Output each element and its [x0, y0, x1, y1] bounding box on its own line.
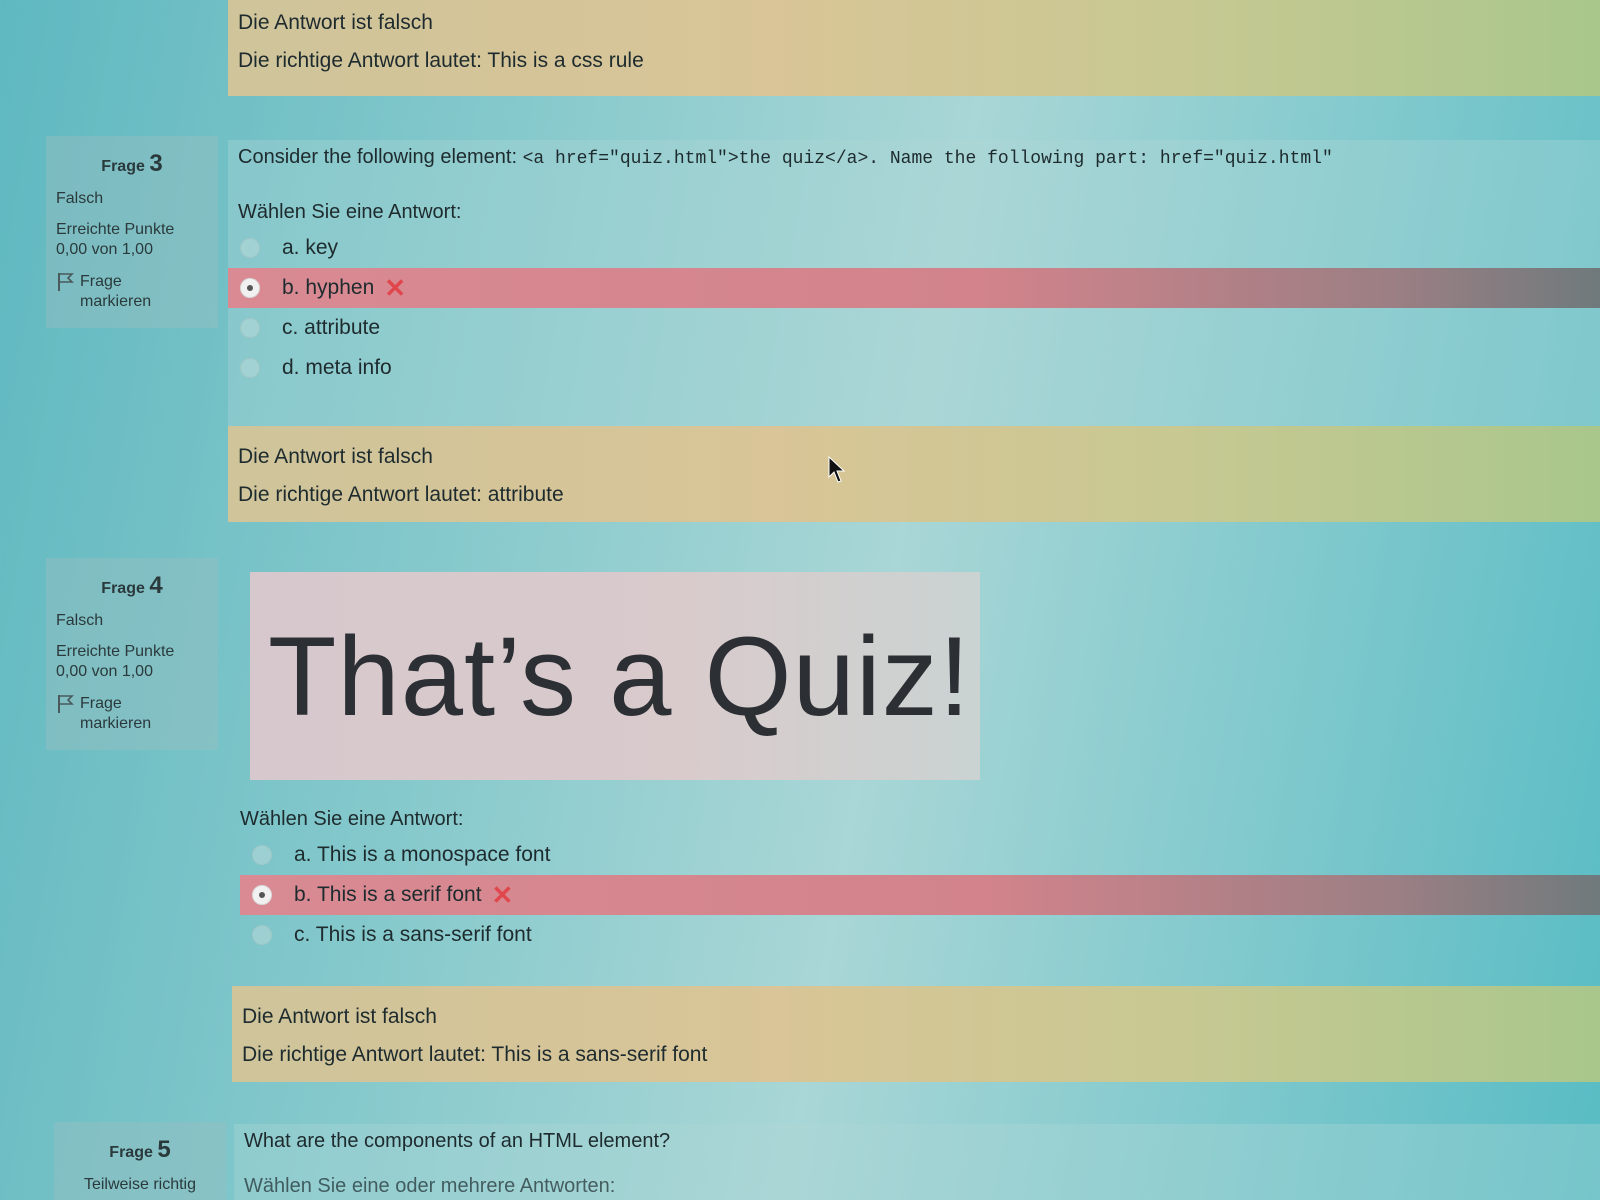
option-label: b. This is a serif font	[294, 883, 482, 906]
flag-question-button[interactable]: Frage markieren	[56, 272, 208, 312]
answer-option-b[interactable]: b. hyphen ✕	[228, 268, 1600, 308]
question-label: Frage	[101, 158, 145, 175]
mouse-cursor-icon	[828, 456, 846, 483]
answer-option-c[interactable]: c. attribute	[228, 308, 1600, 348]
feedback-result: Die Antwort ist falsch	[242, 1005, 437, 1028]
question-image-text: That’s a Quiz!	[268, 613, 971, 739]
question-number: Frage 3	[56, 150, 208, 178]
radio-button[interactable]	[240, 318, 260, 338]
question-3-info: Frage 3 Falsch Erreichte Punkte 0,00 von…	[46, 136, 218, 328]
option-label: c. This is a sans-serif font	[294, 923, 532, 946]
question-4-feedback: Die Antwort ist falsch Die richtige Antw…	[232, 986, 1600, 1082]
flag-question-button[interactable]: Frage markieren	[56, 694, 208, 734]
question-number: Frage 5	[64, 1136, 216, 1164]
answer-prompt: Wählen Sie eine oder mehrere Antworten:	[244, 1175, 616, 1197]
feedback-correct-answer: Die richtige Antwort lautet: This is a c…	[238, 49, 644, 72]
option-label: c. attribute	[282, 316, 381, 339]
question-4-info: Frage 4 Falsch Erreichte Punkte 0,00 von…	[46, 558, 218, 750]
option-label: a. key	[282, 236, 339, 259]
question-label: Frage	[101, 580, 145, 597]
feedback-correct-answer: Die richtige Antwort lautet: This is a s…	[242, 1043, 708, 1066]
option-label: a. This is a monospace font	[294, 843, 551, 866]
question-code: <a href="quiz.html">the quiz</a>. Name t…	[522, 149, 1333, 169]
question-points: Erreichte Punkte 0,00 von 1,00	[56, 642, 208, 682]
question-state: Falsch	[56, 612, 104, 629]
feedback-correct-answer: Die richtige Antwort lautet: attribute	[238, 483, 564, 506]
radio-button[interactable]	[252, 885, 272, 905]
flag-label-line2: markieren	[80, 715, 152, 732]
flag-label-line1: Frage	[80, 695, 122, 712]
question-image: That’s a Quiz!	[250, 572, 980, 780]
points-label: Erreichte Punkte	[56, 221, 175, 238]
question-5-info: Frage 5 Teilweise richtig	[54, 1122, 226, 1200]
answer-option-b[interactable]: b. This is a serif font ✕	[240, 875, 1600, 915]
answer-prompt: Wählen Sie eine Antwort:	[240, 808, 464, 830]
answer-option-c[interactable]: c. This is a sans-serif font	[240, 915, 1600, 955]
question-5-content: What are the components of an HTML eleme…	[234, 1124, 1600, 1200]
question-state: Teilweise richtig	[83, 1176, 197, 1193]
question-number-value: 5	[157, 1136, 171, 1163]
answer-option-d[interactable]: d. meta info	[228, 348, 1600, 388]
previous-question-feedback: Die Antwort ist falsch Die richtige Antw…	[228, 0, 1600, 96]
points-label: Erreichte Punkte	[56, 643, 175, 660]
answer-option-a[interactable]: a. This is a monospace font	[240, 835, 1600, 875]
option-label: b. hyphen	[282, 276, 375, 299]
flag-icon	[58, 273, 74, 291]
question-number: Frage 4	[56, 572, 208, 600]
points-value: 0,00 von 1,00	[56, 241, 153, 258]
radio-button[interactable]	[252, 925, 272, 945]
question-3-feedback: Die Antwort ist falsch Die richtige Antw…	[228, 426, 1600, 522]
radio-button[interactable]	[252, 845, 272, 865]
wrong-answer-icon: ✕	[491, 879, 514, 910]
radio-button[interactable]	[240, 358, 260, 378]
flag-label-line2: markieren	[80, 293, 152, 310]
feedback-result: Die Antwort ist falsch	[238, 445, 433, 468]
question-state: Falsch	[56, 190, 104, 207]
radio-button[interactable]	[240, 278, 260, 298]
answer-option-a[interactable]: a. key	[228, 228, 1600, 268]
question-text: Consider the following element: <a href=…	[228, 146, 1600, 169]
feedback-result: Die Antwort ist falsch	[238, 11, 433, 34]
answer-prompt: Wählen Sie eine Antwort:	[238, 201, 462, 223]
flag-icon	[58, 695, 74, 713]
question-3-content: Consider the following element: <a href=…	[228, 140, 1600, 430]
question-text: What are the components of an HTML eleme…	[244, 1130, 671, 1152]
flag-label-line1: Frage	[80, 273, 122, 290]
question-number-value: 3	[149, 150, 163, 177]
points-value: 0,00 von 1,00	[56, 663, 153, 680]
radio-button[interactable]	[240, 238, 260, 258]
wrong-answer-icon: ✕	[384, 272, 407, 303]
question-text-prefix: Consider the following element:	[238, 146, 523, 168]
question-number-value: 4	[149, 572, 163, 599]
question-points: Erreichte Punkte 0,00 von 1,00	[56, 220, 208, 260]
option-label: d. meta info	[282, 356, 392, 379]
question-4-content: Wählen Sie eine Antwort: a. This is a mo…	[228, 808, 1600, 978]
question-label: Frage	[109, 1144, 153, 1161]
